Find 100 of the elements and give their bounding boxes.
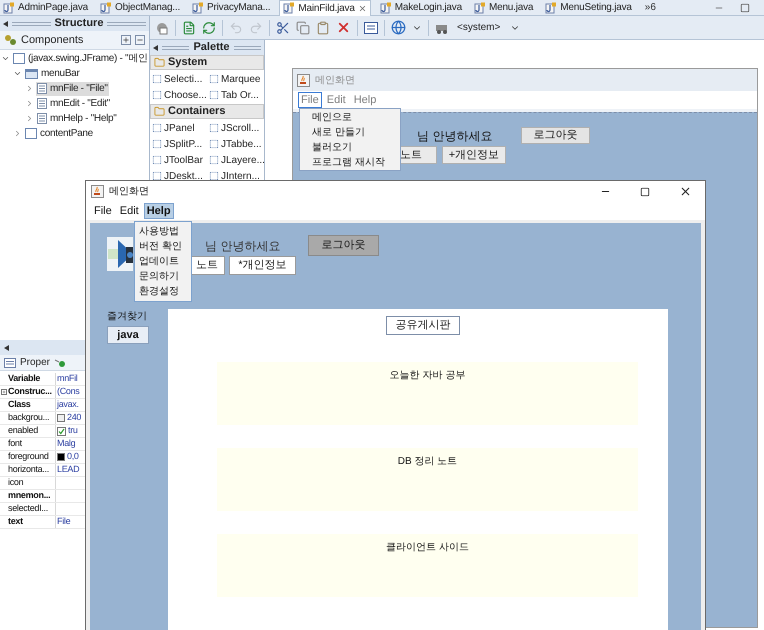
- tree-item[interactable]: mnFile - "File": [36, 82, 109, 96]
- property-name: selectedI...: [8, 502, 48, 516]
- palette-item[interactable]: JScroll...: [207, 120, 264, 136]
- collapse-arrow-icon[interactable]: [3, 20, 8, 26]
- editor-tab[interactable]: AdminPage.java: [0, 0, 92, 16]
- copy-icon[interactable]: [296, 20, 310, 34]
- property-name: font: [8, 437, 22, 450]
- component-icon: [209, 171, 219, 181]
- board-card[interactable]: DB 정리 노트: [217, 448, 638, 511]
- palette-item[interactable]: Tab Or...: [207, 87, 264, 103]
- expand-icon[interactable]: [25, 84, 34, 93]
- palette-item[interactable]: JPanel: [150, 120, 207, 136]
- refresh-icon[interactable]: [202, 20, 216, 34]
- palette-item[interactable]: JTabbe...: [207, 136, 264, 152]
- property-name: Variable: [8, 372, 40, 386]
- java-file-icon: [100, 2, 112, 14]
- folder-icon: [154, 57, 165, 68]
- menu-option[interactable]: 새로 만들기: [312, 125, 400, 140]
- menu-option[interactable]: 버전 확인: [139, 239, 191, 254]
- menu-option[interactable]: 환경설정: [139, 284, 191, 299]
- maximize-icon[interactable]: [640, 186, 650, 196]
- globe-icon[interactable]: [391, 20, 406, 35]
- component-icon: [209, 155, 219, 165]
- expand-icon[interactable]: [25, 99, 34, 108]
- property-value: mnFil: [57, 372, 78, 386]
- editor-tab[interactable]: Menu.java: [470, 0, 536, 16]
- property-value: 240: [67, 411, 82, 424]
- paste-icon[interactable]: [316, 20, 330, 34]
- component-icon: [152, 74, 162, 84]
- collapse-icon[interactable]: [13, 69, 22, 78]
- palette-item[interactable]: JIntern...: [207, 168, 264, 184]
- editor-tab[interactable]: MainFild.java: [279, 0, 371, 16]
- property-value: tru: [68, 424, 78, 438]
- menu-item[interactable]: Help: [350, 92, 380, 108]
- board-title: DB 정리 노트: [398, 455, 458, 467]
- menu-option[interactable]: 사용방법: [139, 224, 191, 239]
- menu-item[interactable]: Help: [144, 203, 174, 219]
- board-card[interactable]: 오늘한 자바 공부: [217, 362, 638, 425]
- java-file-icon: [380, 2, 392, 14]
- cut-icon[interactable]: [276, 20, 290, 34]
- editor-tab[interactable]: MakeLogin.java: [376, 0, 465, 16]
- button[interactable]: *개인정보: [229, 256, 296, 275]
- collapse-arrow-icon[interactable]: [4, 344, 9, 350]
- expand-icon[interactable]: [1, 389, 7, 395]
- greeting-text: 님 안녕하세요: [417, 128, 492, 145]
- more-tabs-button[interactable]: »6: [644, 0, 656, 15]
- board-button[interactable]: 공유게시판: [386, 316, 460, 335]
- menu-item[interactable]: File: [91, 203, 115, 219]
- property-name: mnemon...: [8, 489, 50, 502]
- menu-item[interactable]: Edit: [116, 203, 142, 219]
- component-icon: [209, 74, 219, 84]
- board-card[interactable]: 클라이언트 사이드: [217, 534, 638, 597]
- maximize-icon[interactable]: [740, 2, 750, 12]
- logout-button[interactable]: 로그아웃: [521, 127, 590, 144]
- tree-item[interactable]: mnHelp - "Help": [36, 112, 118, 126]
- components-icon: [4, 34, 17, 46]
- menu-icon: [37, 83, 47, 94]
- java-cup-icon: [297, 74, 310, 86]
- menu-option[interactable]: 메인으로: [312, 110, 400, 125]
- component-icon: [152, 90, 162, 100]
- palette-item[interactable]: JSplitP...: [150, 136, 207, 152]
- collapse-icon[interactable]: [1, 54, 10, 63]
- look-and-feel-label[interactable]: <system>: [457, 20, 500, 35]
- palette-item[interactable]: Choose...: [150, 87, 207, 103]
- tree-item[interactable]: mnEdit - "Edit": [36, 96, 111, 110]
- expand-icon[interactable]: [13, 129, 22, 138]
- editor-tab[interactable]: ObjectManag...: [97, 0, 184, 16]
- palette-item[interactable]: JToolBar: [150, 152, 207, 168]
- favorite-button[interactable]: java: [107, 326, 149, 344]
- window-icon[interactable]: [364, 22, 378, 34]
- editor-tab[interactable]: MenuSeting.java: [542, 0, 635, 16]
- list-icon: [4, 358, 16, 368]
- palette-category[interactable]: Containers: [150, 104, 264, 119]
- logout-button[interactable]: 로그아웃: [308, 235, 379, 256]
- expand-icon[interactable]: [25, 114, 34, 123]
- window-title: 메인화면: [109, 185, 150, 199]
- menu-item[interactable]: Edit: [324, 92, 349, 108]
- palette-item[interactable]: JLayere...: [207, 152, 264, 168]
- favorites-label: 즐겨찾기: [107, 310, 147, 324]
- property-value: javax.: [57, 398, 79, 412]
- palette-item[interactable]: Selecti...: [150, 71, 207, 87]
- panel-icon: [25, 128, 37, 139]
- component-icon: [152, 171, 162, 181]
- tree-item[interactable]: contentPane: [24, 126, 94, 140]
- close-icon[interactable]: [679, 185, 692, 198]
- tree-item[interactable]: menuBar: [24, 66, 80, 80]
- palette-category[interactable]: System: [150, 55, 264, 70]
- collapse-all-icon[interactable]: [135, 35, 145, 45]
- button[interactable]: +개인정보: [442, 146, 506, 164]
- checkbox[interactable]: [57, 426, 66, 436]
- component-icon: [152, 155, 162, 165]
- menu-item[interactable]: File: [298, 92, 322, 108]
- tree-item[interactable]: (javax.swing.JFrame) - "메인: [12, 52, 149, 66]
- palette-item[interactable]: Marquee: [207, 71, 264, 87]
- palette-item[interactable]: JDeskt...: [150, 168, 207, 184]
- editor-tab[interactable]: PrivacyMana...: [189, 0, 274, 16]
- collapse-arrow-icon[interactable]: [153, 44, 158, 50]
- expand-all-icon[interactable]: [121, 35, 131, 45]
- form-icon[interactable]: [182, 20, 196, 34]
- delete-icon[interactable]: [336, 20, 351, 35]
